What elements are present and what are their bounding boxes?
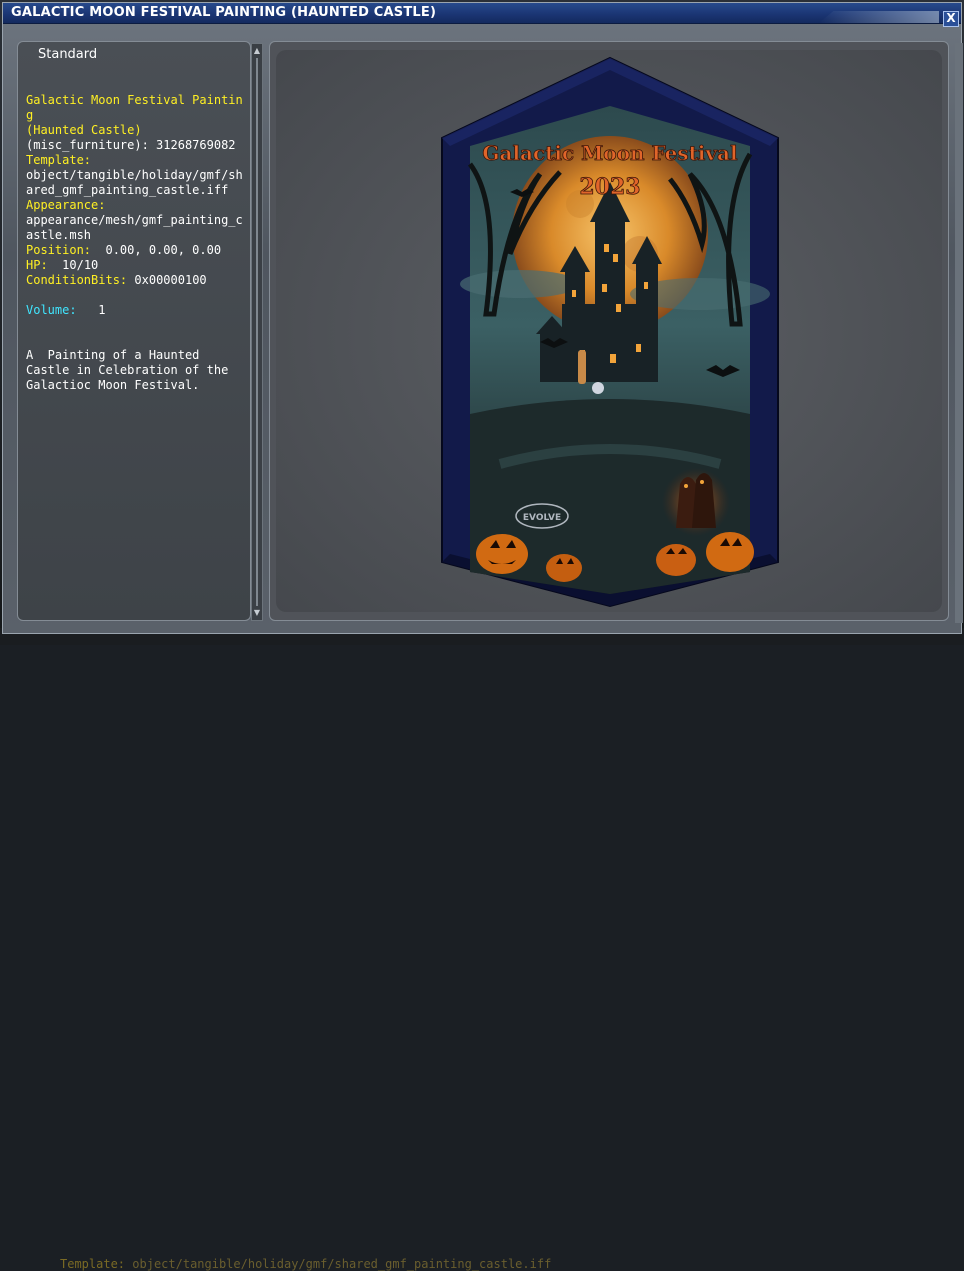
scroll-down-arrow-icon[interactable]: ▼: [252, 608, 262, 618]
info-scrollbar[interactable]: ▲ ▼: [251, 43, 263, 621]
volume-value: 1: [98, 303, 106, 317]
position-row: Position: 0.00, 0.00, 0.00: [26, 243, 248, 258]
title-bar-decoration: [819, 11, 939, 23]
window-title: GALACTIC MOON FESTIVAL PAINTING (HAUNTED…: [11, 5, 437, 20]
window-right-edge: [955, 43, 963, 623]
hp-label: HP:: [26, 258, 48, 272]
object-type-id: (misc_furniture): 31268769082: [26, 138, 236, 152]
object-info-text[interactable]: Galactic Moon Festival Painting (Haunted…: [26, 93, 248, 393]
template-value: object/tangible/holiday/gmf/shared_gmf_p…: [26, 168, 243, 197]
info-panel: Standard Galactic Moon Festival Painting…: [17, 41, 251, 621]
volume-label: Volume:: [26, 303, 77, 317]
scroll-track[interactable]: [256, 58, 258, 606]
condition-row: ConditionBits: 0x00000100: [26, 273, 248, 288]
painting-model: EVOLVE Galactic Moon Festival 2023: [441, 56, 779, 608]
appearance-value: appearance/mesh/gmf_painting_castle.msh: [26, 213, 243, 242]
object-description: A Painting of a Haunted Castle in Celebr…: [26, 348, 236, 392]
position-value: 0.00, 0.00, 0.00: [105, 243, 222, 257]
scroll-up-arrow-icon[interactable]: ▲: [252, 46, 262, 56]
model-viewer[interactable]: EVOLVE Galactic Moon Festival 2023: [269, 41, 949, 621]
appearance-label: Appearance:: [26, 198, 106, 212]
panel-tab-standard[interactable]: Standard: [38, 47, 97, 62]
position-label: Position:: [26, 243, 92, 257]
hp-row: HP: 10/10: [26, 258, 248, 273]
condition-label: ConditionBits:: [26, 273, 128, 287]
object-name-line1: Galactic Moon Festival Painting: [26, 93, 243, 122]
hp-value: 10/10: [62, 258, 99, 272]
template-label: Template:: [26, 153, 92, 167]
volume-row: Volume: 1: [26, 303, 248, 318]
painting-year: 2023: [579, 174, 640, 200]
close-button[interactable]: X: [943, 11, 959, 27]
examine-window: GALACTIC MOON FESTIVAL PAINTING (HAUNTED…: [2, 2, 963, 634]
logo-text: EVOLVE: [523, 513, 561, 523]
title-bar[interactable]: GALACTIC MOON FESTIVAL PAINTING (HAUNTED…: [3, 3, 961, 27]
background-template-text: Template: object/tangible/holiday/gmf/sh…: [60, 1257, 552, 1271]
object-name-line2: (Haunted Castle): [26, 123, 142, 137]
painting-headline: Galactic Moon Festival: [482, 141, 738, 165]
condition-value: 0x00000100: [134, 273, 207, 287]
